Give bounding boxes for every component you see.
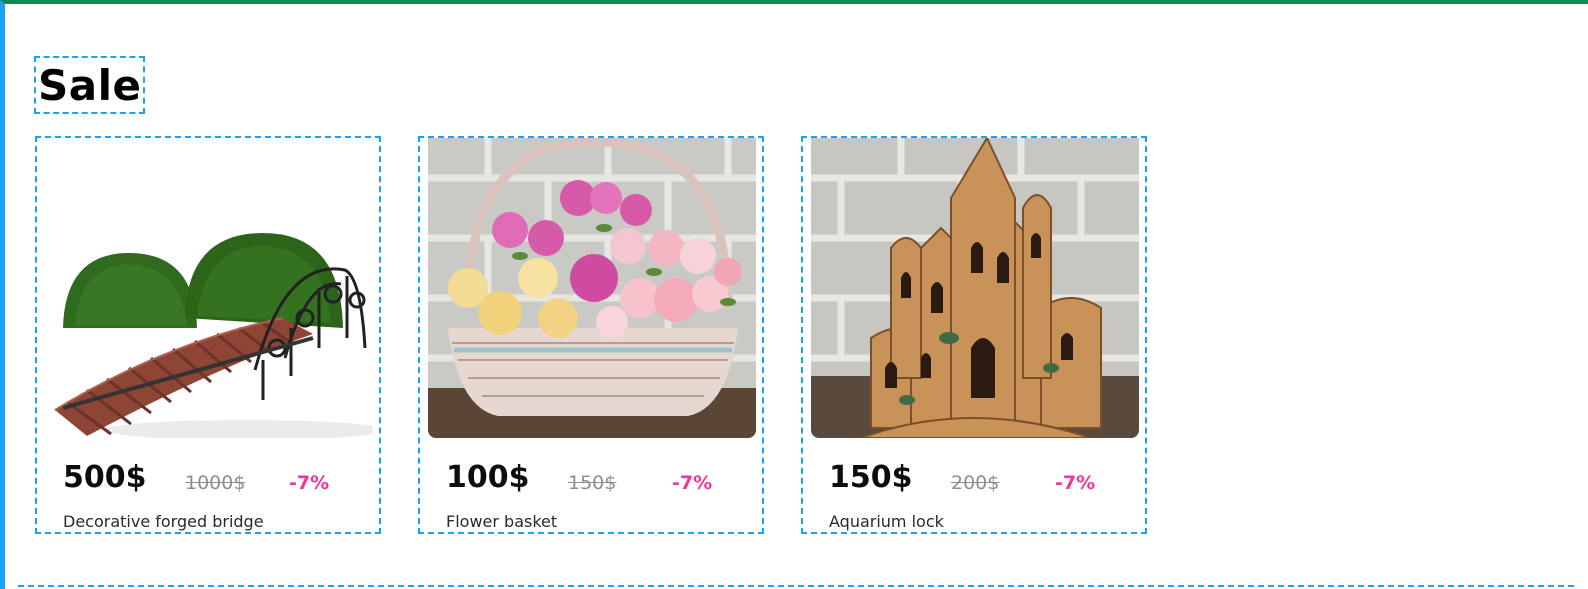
- price: 150$: [829, 460, 913, 495]
- section-divider: [18, 585, 1574, 587]
- bridge-image: [45, 138, 373, 438]
- decorative-bridge-photo[interactable]: [45, 138, 373, 438]
- section-title: Sale: [34, 56, 146, 114]
- product-card-bridge[interactable]: 500$ 1000$ -7% Decorative forged bridge: [35, 136, 381, 534]
- product-card-aquarium-lock[interactable]: 150$ 200$ -7% Aquarium lock: [801, 136, 1147, 534]
- flower-basket-image: [428, 138, 756, 438]
- discount-badge: -7%: [672, 472, 713, 494]
- aquarium-castle-image: [811, 138, 1139, 438]
- old-price: 150$: [568, 472, 617, 494]
- flower-basket-photo[interactable]: [428, 138, 756, 438]
- product-name[interactable]: Aquarium lock: [829, 512, 944, 532]
- price: 500$: [63, 460, 147, 495]
- product-name[interactable]: Flower basket: [446, 512, 557, 532]
- product-name[interactable]: Decorative forged bridge: [63, 512, 264, 532]
- price: 100$: [446, 460, 530, 495]
- old-price: 1000$: [185, 472, 246, 494]
- product-card-flower-basket[interactable]: 100$ 150$ -7% Flower basket: [418, 136, 764, 534]
- discount-badge: -7%: [1055, 472, 1096, 494]
- aquarium-castle-photo[interactable]: [811, 138, 1139, 438]
- old-price: 200$: [951, 472, 1000, 494]
- discount-badge: -7%: [289, 472, 330, 494]
